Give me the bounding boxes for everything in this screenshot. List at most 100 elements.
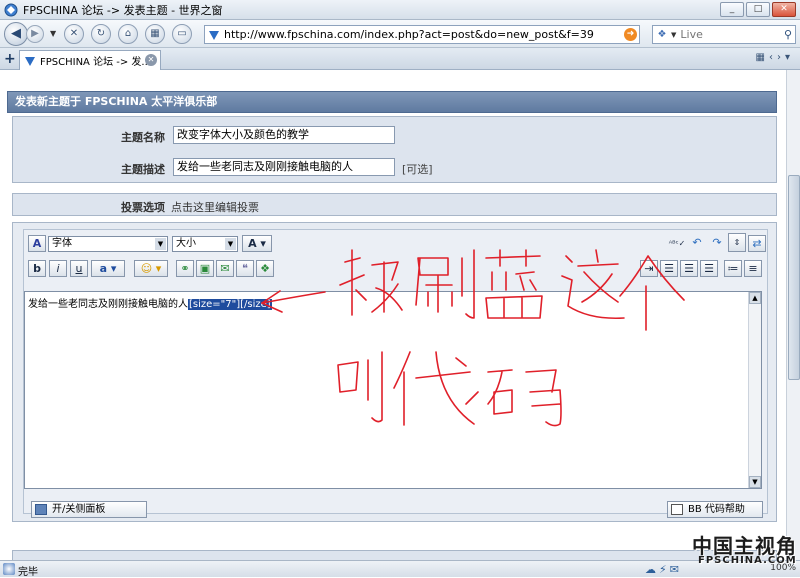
scroll-up-icon[interactable]: ▲: [749, 292, 761, 304]
code-icon: ❖: [260, 262, 270, 275]
highlight-button[interactable]: a ▾: [91, 260, 125, 277]
spellcheck-button[interactable]: ᴬᴮᶜ✓: [668, 235, 686, 252]
font-select[interactable]: 字体 ▼: [48, 236, 168, 252]
switch-mode-icon: ⇄: [752, 237, 762, 250]
search-icon[interactable]: ⚲: [784, 28, 792, 41]
unordered-list-button[interactable]: ≡: [744, 260, 762, 277]
align-center-icon: ☰: [684, 262, 694, 275]
forward-button[interactable]: ▶: [26, 25, 44, 43]
tab-navigation-icons[interactable]: ▦‹›▾: [756, 52, 794, 63]
resize-button[interactable]: ⇕: [728, 233, 746, 252]
site-favicon-icon: [25, 56, 35, 66]
window-title: FPSCHINA 论坛 -> 发表主题 - 世界之窗: [23, 3, 223, 17]
tiles-button[interactable]: ▦: [145, 24, 165, 44]
indent-icon: ⇥: [644, 262, 654, 275]
maximize-button[interactable]: □: [746, 2, 770, 17]
emoticon-button[interactable]: ☺ ▾: [134, 260, 168, 277]
search-input[interactable]: [680, 28, 761, 41]
email-icon: ✉: [220, 262, 230, 275]
redo-icon: ↷: [712, 236, 722, 249]
address-url[interactable]: http://www.fpschina.com/index.php?act=po…: [224, 28, 594, 41]
stop-button[interactable]: ✕: [64, 24, 84, 44]
underline-button[interactable]: u: [70, 260, 88, 277]
insert-email-button[interactable]: ✉: [216, 260, 234, 277]
status-tray-icons[interactable]: ☁⚡✉: [645, 563, 682, 576]
bbcode-help-button[interactable]: BB 代码帮助: [667, 501, 763, 518]
align-right-button[interactable]: ☰: [700, 260, 718, 277]
page-status-icon: [3, 563, 15, 575]
watermark-sub: FPSCHINA.COM: [698, 555, 797, 566]
italic-icon: i: [56, 262, 60, 275]
align-right-icon: ☰: [704, 262, 714, 275]
align-left-icon: ☰: [664, 262, 674, 275]
search-engine-dropdown-icon[interactable]: ▼: [671, 31, 676, 39]
page-content: 发表新主题于 FPSCHINA 太平洋俱乐部 主题名称 改变字体大小及颜色的教学…: [0, 70, 786, 560]
chevron-down-icon: ▼: [155, 238, 166, 250]
insert-quote-button[interactable]: ❝: [236, 260, 254, 277]
size-select-value: 大小: [176, 238, 196, 249]
font-color-icon: A ▾: [248, 237, 266, 250]
insert-link-button[interactable]: ⚭: [176, 260, 194, 277]
search-box[interactable]: ❖ ▼ ⚲: [652, 25, 796, 44]
selected-bbcode: [size="7"][/size]: [188, 299, 272, 310]
switch-mode-button[interactable]: ⇄: [748, 235, 766, 252]
align-center-button[interactable]: ☰: [680, 260, 698, 277]
go-icon[interactable]: ➜: [624, 28, 637, 41]
address-bar[interactable]: http://www.fpschina.com/index.php?act=po…: [204, 25, 640, 44]
post-body-text: 发给一些老同志及刚刚接触电脑的人[size="7"][/size]: [28, 295, 272, 310]
poll-panel: 投票选项 点击这里编辑投票: [12, 193, 777, 216]
toggle-side-panel-label: 开/关侧面板: [52, 504, 106, 515]
close-button[interactable]: ✕: [772, 2, 796, 17]
grid-icon: ▦: [150, 28, 160, 39]
italic-button[interactable]: i: [49, 260, 67, 277]
topic-name-input[interactable]: 改变字体大小及颜色的教学: [173, 126, 395, 144]
info-icon: [671, 504, 683, 515]
quote-icon: ❝: [242, 262, 248, 275]
tab-close-icon[interactable]: ✕: [145, 54, 157, 66]
redo-button[interactable]: ↷: [708, 235, 726, 252]
undo-button[interactable]: ↶: [688, 235, 706, 252]
font-color-button[interactable]: A ▾: [242, 235, 272, 252]
indent-button[interactable]: ⇥: [640, 260, 658, 277]
browser-icon: [4, 3, 18, 16]
insert-image-button[interactable]: ▣: [196, 260, 214, 277]
window-list-button[interactable]: ▭: [172, 24, 192, 44]
scroll-down-icon[interactable]: ▼: [749, 476, 761, 488]
new-tab-icon[interactable]: +: [4, 51, 16, 67]
back-button[interactable]: ◀: [4, 22, 28, 46]
window-titlebar: FPSCHINA 论坛 -> 发表主题 - 世界之窗 _ □ ✕: [0, 0, 800, 20]
insert-code-button[interactable]: ❖: [256, 260, 274, 277]
tab-fpschina[interactable]: FPSCHINA 论坛 -> 发... ✕: [19, 50, 161, 70]
scrollbar-thumb[interactable]: [788, 175, 800, 380]
stop-icon: ✕: [69, 28, 79, 39]
home-button[interactable]: ⌂: [118, 24, 138, 44]
window-icon: ▭: [177, 28, 187, 39]
page-scrollbar[interactable]: [786, 70, 800, 560]
ordered-list-button[interactable]: ≔: [724, 260, 742, 277]
toggle-side-panel-button[interactable]: 开/关侧面板: [31, 501, 147, 518]
textarea-scrollbar[interactable]: ▲ ▼: [748, 292, 761, 488]
size-select[interactable]: 大小 ▼: [172, 236, 238, 252]
post-body-textarea[interactable]: 发给一些老同志及刚刚接触电脑的人[size="7"][/size] ▲ ▼: [24, 291, 762, 489]
text-style-button[interactable]: A: [28, 235, 46, 252]
watermark: 中国主视角 FPSCHINA.COM: [680, 530, 798, 576]
edit-poll-link[interactable]: 点击这里编辑投票: [171, 199, 259, 215]
forward-arrow-icon: ▶: [31, 28, 39, 39]
form-header: 发表新主题于 FPSCHINA 太平洋俱乐部: [7, 91, 777, 113]
bbcode-help-label: BB 代码帮助: [688, 504, 745, 515]
chevron-down-icon: ▼: [225, 238, 236, 250]
optional-hint: [可选]: [402, 163, 433, 176]
home-icon: ⌂: [124, 28, 132, 39]
history-dropdown-icon[interactable]: ▼: [50, 29, 56, 38]
spellcheck-icon: ᴬᴮᶜ✓: [668, 239, 686, 248]
status-text: 完毕: [18, 567, 38, 578]
align-left-button[interactable]: ☰: [660, 260, 678, 277]
minimize-button[interactable]: _: [720, 2, 744, 17]
topic-desc-input[interactable]: 发给一些老同志及刚刚接触电脑的人: [173, 158, 395, 176]
site-favicon-icon: [209, 30, 219, 40]
window-controls: _ □ ✕: [720, 2, 796, 17]
refresh-button[interactable]: ↻: [91, 24, 111, 44]
topic-panel: 主题名称 改变字体大小及颜色的教学 主题描述 发给一些老同志及刚刚接触电脑的人 …: [12, 116, 777, 183]
bold-button[interactable]: b: [28, 260, 46, 277]
live-search-icon: ❖: [657, 29, 667, 40]
